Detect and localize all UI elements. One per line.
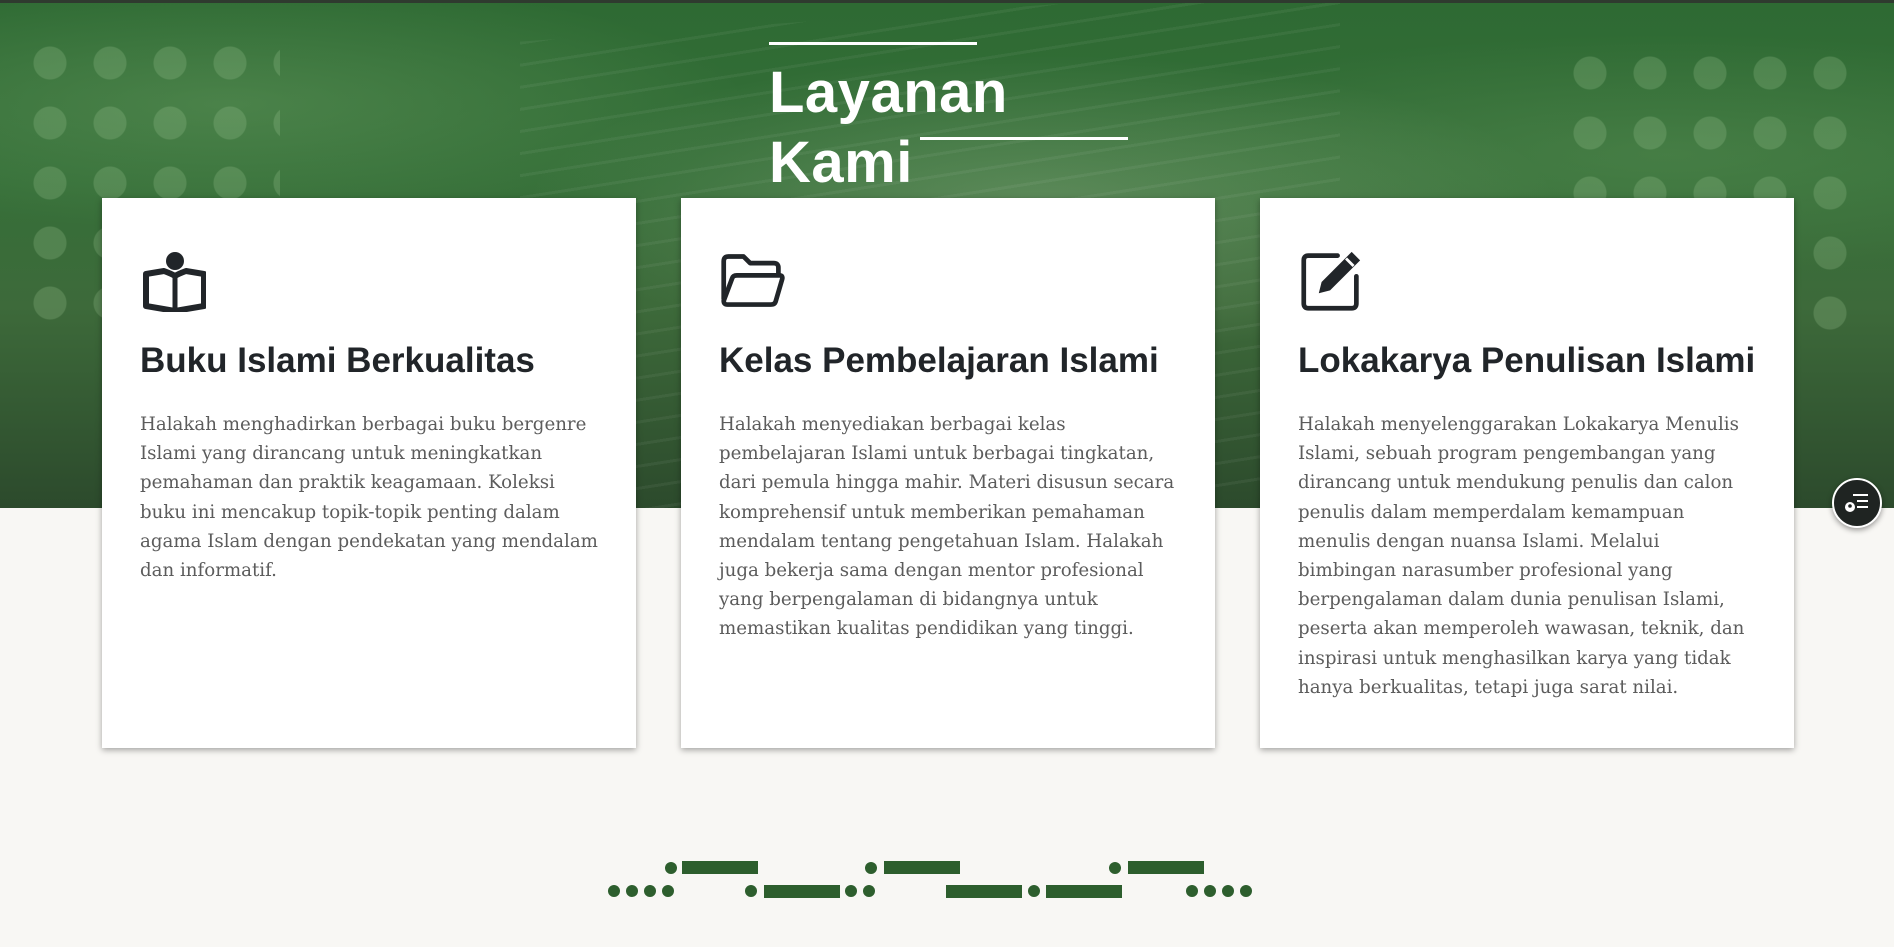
folder-open-icon bbox=[721, 254, 785, 307]
title-line-bottom bbox=[920, 137, 1128, 140]
floating-menu-button[interactable] bbox=[1832, 478, 1882, 528]
section-title: Layanan Kami bbox=[769, 60, 1008, 195]
service-card-classes: Kelas Pembelajaran Islami Halakah menyed… bbox=[681, 198, 1215, 748]
decorative-divider bbox=[608, 861, 1252, 898]
book-reader-icon bbox=[143, 252, 206, 312]
card-description: Halakah menyediakan berbagai kelas pembe… bbox=[719, 414, 1175, 640]
edit-icon bbox=[1301, 251, 1361, 311]
card-title: Buku Islami Berkualitas bbox=[140, 341, 535, 380]
user-list-icon bbox=[1845, 494, 1868, 512]
card-description: Halakah menyelenggarakan Lokakarya Menul… bbox=[1298, 414, 1745, 698]
card-title: Kelas Pembelajaran Islami bbox=[719, 341, 1159, 380]
service-card-books: Buku Islami Berkualitas Halakah menghadi… bbox=[102, 198, 636, 748]
title-line-top bbox=[769, 42, 977, 45]
service-card-workshop: Lokakarya Penulisan Islami Halakah menye… bbox=[1260, 198, 1794, 748]
card-description: Halakah menghadirkan berbagai buku berge… bbox=[140, 414, 598, 582]
card-title: Lokakarya Penulisan Islami bbox=[1298, 341, 1756, 380]
